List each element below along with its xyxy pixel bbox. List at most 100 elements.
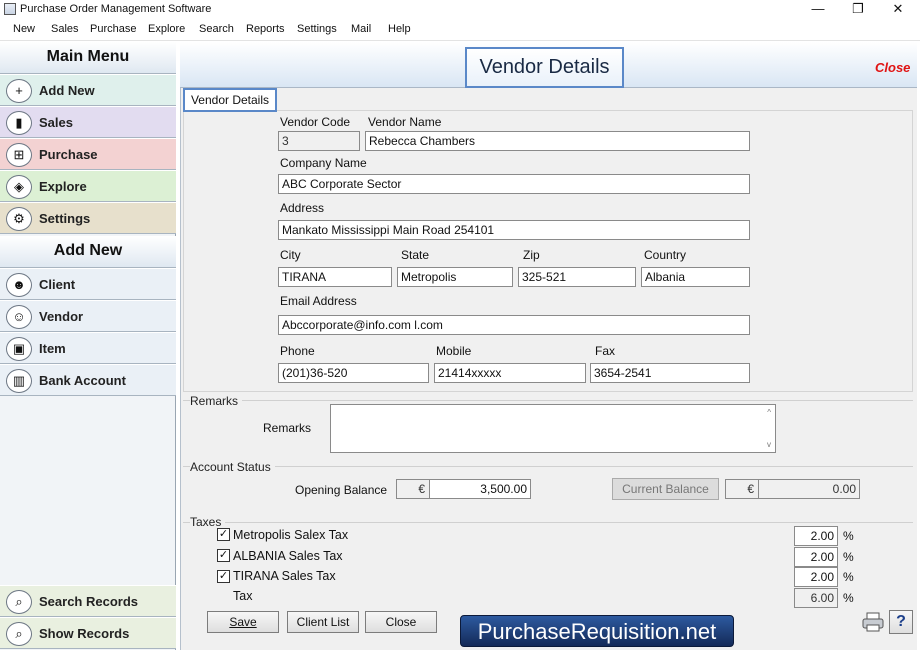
tax-value-field[interactable]: 2.00 xyxy=(794,547,838,567)
email-field[interactable]: Abccorporate@info.com l.com xyxy=(278,315,750,335)
menu-new[interactable]: New xyxy=(13,23,35,35)
vendor-code-field: 3 xyxy=(278,131,360,151)
opening-balance-label: Opening Balance xyxy=(295,483,388,497)
fax-field[interactable]: 3654-2541 xyxy=(590,363,750,383)
country-label: Country xyxy=(644,248,687,262)
menu-purchase[interactable]: Purchase xyxy=(90,23,136,35)
basket-icon: ⊞ xyxy=(6,143,32,167)
vendor-icon: ☺ xyxy=(6,305,32,329)
sidebar-item-vendor[interactable]: ☺ Vendor xyxy=(0,300,176,332)
close-button[interactable]: Close xyxy=(365,611,437,633)
print-icon[interactable] xyxy=(861,611,885,633)
sidebar-item-bank-account[interactable]: ▥ Bank Account xyxy=(0,364,176,396)
restore-button[interactable]: ❐ xyxy=(840,0,876,20)
fax-label: Fax xyxy=(595,344,616,358)
remarks-textarea[interactable]: ^ v xyxy=(330,404,776,453)
tax-checkbox[interactable]: ✓ xyxy=(217,528,230,541)
account-section-title: Account Status xyxy=(190,460,275,474)
opening-balance-field[interactable]: 3,500.00 xyxy=(429,479,531,499)
page-title: Vendor Details xyxy=(465,47,624,88)
tax-label: TIRANA Sales Tax xyxy=(233,569,336,583)
sidebar-item-label: Item xyxy=(39,341,66,356)
item-bag-icon: ▣ xyxy=(6,337,32,361)
menu-help[interactable]: Help xyxy=(388,23,411,35)
percent-label: % xyxy=(843,591,854,605)
percent-label: % xyxy=(843,550,854,564)
menu-explore[interactable]: Explore xyxy=(148,23,185,35)
remarks-section-title: Remarks xyxy=(190,394,243,408)
address-label: Address xyxy=(280,201,325,215)
state-label: State xyxy=(401,248,430,262)
minimize-button[interactable]: — xyxy=(800,0,836,20)
add-new-header: Add New xyxy=(0,236,176,268)
gear-icon: ⚙ xyxy=(6,207,32,231)
state-field[interactable]: Metropolis xyxy=(397,267,513,287)
zip-field[interactable]: 325-521 xyxy=(518,267,636,287)
tax-value-field[interactable]: 2.00 xyxy=(794,567,838,587)
menu-bar: New Sales Purchase Explore Search Report… xyxy=(0,20,920,41)
sidebar-item-label: Sales xyxy=(39,115,73,130)
help-button[interactable]: ? xyxy=(889,610,913,634)
save-button[interactable]: Save xyxy=(207,611,279,633)
sidebar-item-show-records[interactable]: ⌕ Show Records xyxy=(0,617,176,649)
close-link[interactable]: Close xyxy=(875,60,910,75)
sidebar-item-label: Explore xyxy=(39,179,87,194)
remarks-divider xyxy=(183,400,913,401)
sidebar-item-client[interactable]: ☻ Client xyxy=(0,268,176,300)
tax-checkbox[interactable]: ✓ xyxy=(217,549,230,562)
menu-reports[interactable]: Reports xyxy=(246,23,285,35)
zip-label: Zip xyxy=(523,248,540,262)
vendor-name-label: Vendor Name xyxy=(368,115,442,129)
sidebar-item-sales[interactable]: ▮ Sales xyxy=(0,106,176,138)
sidebar-item-purchase[interactable]: ⊞ Purchase xyxy=(0,138,176,170)
remarks-label: Remarks xyxy=(263,421,312,435)
sidebar-item-settings[interactable]: ⚙ Settings xyxy=(0,202,176,234)
city-field[interactable]: TIRANA xyxy=(278,267,392,287)
scroll-up-icon[interactable]: ^ xyxy=(767,408,771,417)
phone-field[interactable]: (201)36-520 xyxy=(278,363,429,383)
sidebar-item-search-records[interactable]: ⌕ Search Records xyxy=(0,585,176,617)
sidebar-item-add-new[interactable]: + Add New xyxy=(0,74,176,106)
app-icon xyxy=(4,3,16,15)
window-close-button[interactable]: ✕ xyxy=(880,0,916,20)
taxes-divider xyxy=(183,522,913,523)
sidebar-item-label: Add New xyxy=(39,83,95,98)
tab-vendor-details[interactable]: Vendor Details xyxy=(183,88,277,112)
current-balance-button[interactable]: Current Balance xyxy=(612,478,719,500)
opening-currency: € xyxy=(396,479,430,499)
client-icon: ☻ xyxy=(6,273,32,297)
current-balance-field: 0.00 xyxy=(758,479,860,499)
vendor-name-field[interactable]: Rebecca Chambers xyxy=(365,131,750,151)
menu-search[interactable]: Search xyxy=(199,23,234,35)
menu-mail[interactable]: Mail xyxy=(351,23,371,35)
company-name-label: Company Name xyxy=(280,156,367,170)
scroll-down-icon[interactable]: v xyxy=(767,440,771,449)
menu-sales[interactable]: Sales xyxy=(51,23,79,35)
taxes-section-title: Taxes xyxy=(190,515,226,529)
tax-total-label: Tax xyxy=(233,589,253,603)
percent-label: % xyxy=(843,570,854,584)
chart-icon: ▮ xyxy=(6,111,32,135)
mobile-field[interactable]: 21414xxxxx xyxy=(434,363,586,383)
sidebar-item-label: Settings xyxy=(39,211,91,226)
email-label: Email Address xyxy=(280,294,357,308)
tax-value-field[interactable]: 2.00 xyxy=(794,526,838,546)
company-name-field[interactable]: ABC Corporate Sector xyxy=(278,174,750,194)
address-field[interactable]: Mankato Mississippi Main Road 254101 xyxy=(278,220,750,240)
title-bar: Purchase Order Management Software — ❐ ✕ xyxy=(0,0,920,20)
client-list-button[interactable]: Client List xyxy=(287,611,359,633)
bank-icon: ▥ xyxy=(6,369,32,393)
tax-label: ALBANIA Sales Tax xyxy=(233,549,343,563)
sidebar-item-label: Search Records xyxy=(39,594,138,609)
brand-banner: PurchaseRequisition.net xyxy=(460,615,734,647)
phone-label: Phone xyxy=(280,344,315,358)
tax-total-field: 6.00 xyxy=(794,588,838,608)
tax-checkbox[interactable]: ✓ xyxy=(217,570,230,583)
search-records-icon: ⌕ xyxy=(6,590,32,614)
main-menu-header: Main Menu xyxy=(0,42,176,74)
sidebar-item-explore[interactable]: ◈ Explore xyxy=(0,170,176,202)
menu-settings[interactable]: Settings xyxy=(297,23,337,35)
current-currency: € xyxy=(725,479,759,499)
country-field[interactable]: Albania xyxy=(641,267,750,287)
sidebar-item-item[interactable]: ▣ Item xyxy=(0,332,176,364)
